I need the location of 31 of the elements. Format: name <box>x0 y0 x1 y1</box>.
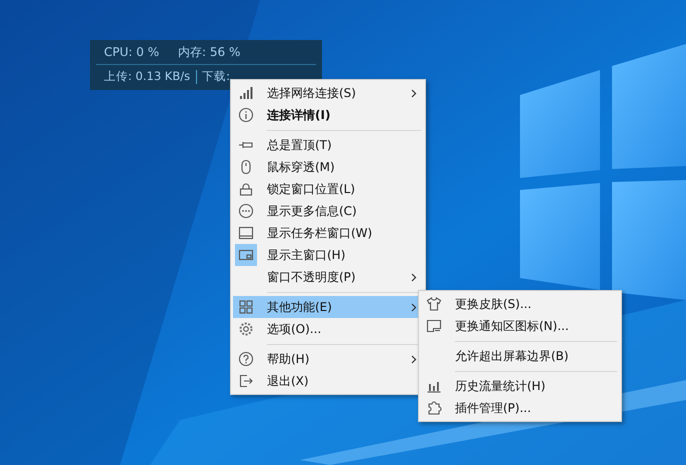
lock-icon <box>238 181 254 197</box>
tray-icon <box>426 318 442 334</box>
menu-item[interactable]: 总是置顶(T) <box>233 134 423 156</box>
menu-item[interactable]: 显示任务栏窗口(W) <box>233 222 423 244</box>
settings-icon <box>238 321 254 337</box>
puzzle-icon <box>426 400 442 416</box>
info-icon <box>238 107 254 123</box>
menu-item[interactable]: 更换通知区图标(N)... <box>421 315 619 337</box>
menu-item[interactable]: 窗口不透明度(P) <box>233 266 423 288</box>
menu-item[interactable]: 显示主窗口(H) <box>233 244 423 266</box>
exit-icon <box>238 373 254 389</box>
taskbar-window-icon <box>238 225 254 241</box>
menu-label: 连接详情(I) <box>267 107 332 124</box>
signal-icon <box>238 85 254 101</box>
menu-item[interactable]: 插件管理(P)... <box>421 397 619 419</box>
cpu-usage: CPU: 0 % <box>104 44 160 61</box>
grid-icon <box>238 299 254 315</box>
menu-item[interactable]: 历史流量统计(H) <box>421 375 619 397</box>
menu-item[interactable]: 连接详情(I) <box>233 104 423 126</box>
download-speed: 下载: <box>202 68 230 85</box>
shirt-icon <box>426 296 442 312</box>
more-icon <box>238 203 254 219</box>
menu-item[interactable]: 选择网络连接(S) <box>233 82 423 104</box>
menu-item[interactable]: 允许超出屏幕边界(B) <box>421 345 619 367</box>
upload-speed: 上传: 0.13 KB/s <box>104 68 190 85</box>
menu-item[interactable]: 更换皮肤(S)... <box>421 293 619 315</box>
memory-usage: 内存: 56 % <box>178 44 240 61</box>
menu-item[interactable]: 锁定窗口位置(L) <box>233 178 423 200</box>
menu-item[interactable]: 显示更多信息(C) <box>233 200 423 222</box>
menu-item[interactable]: 鼠标穿透(M) <box>233 156 423 178</box>
help-icon <box>238 351 254 367</box>
